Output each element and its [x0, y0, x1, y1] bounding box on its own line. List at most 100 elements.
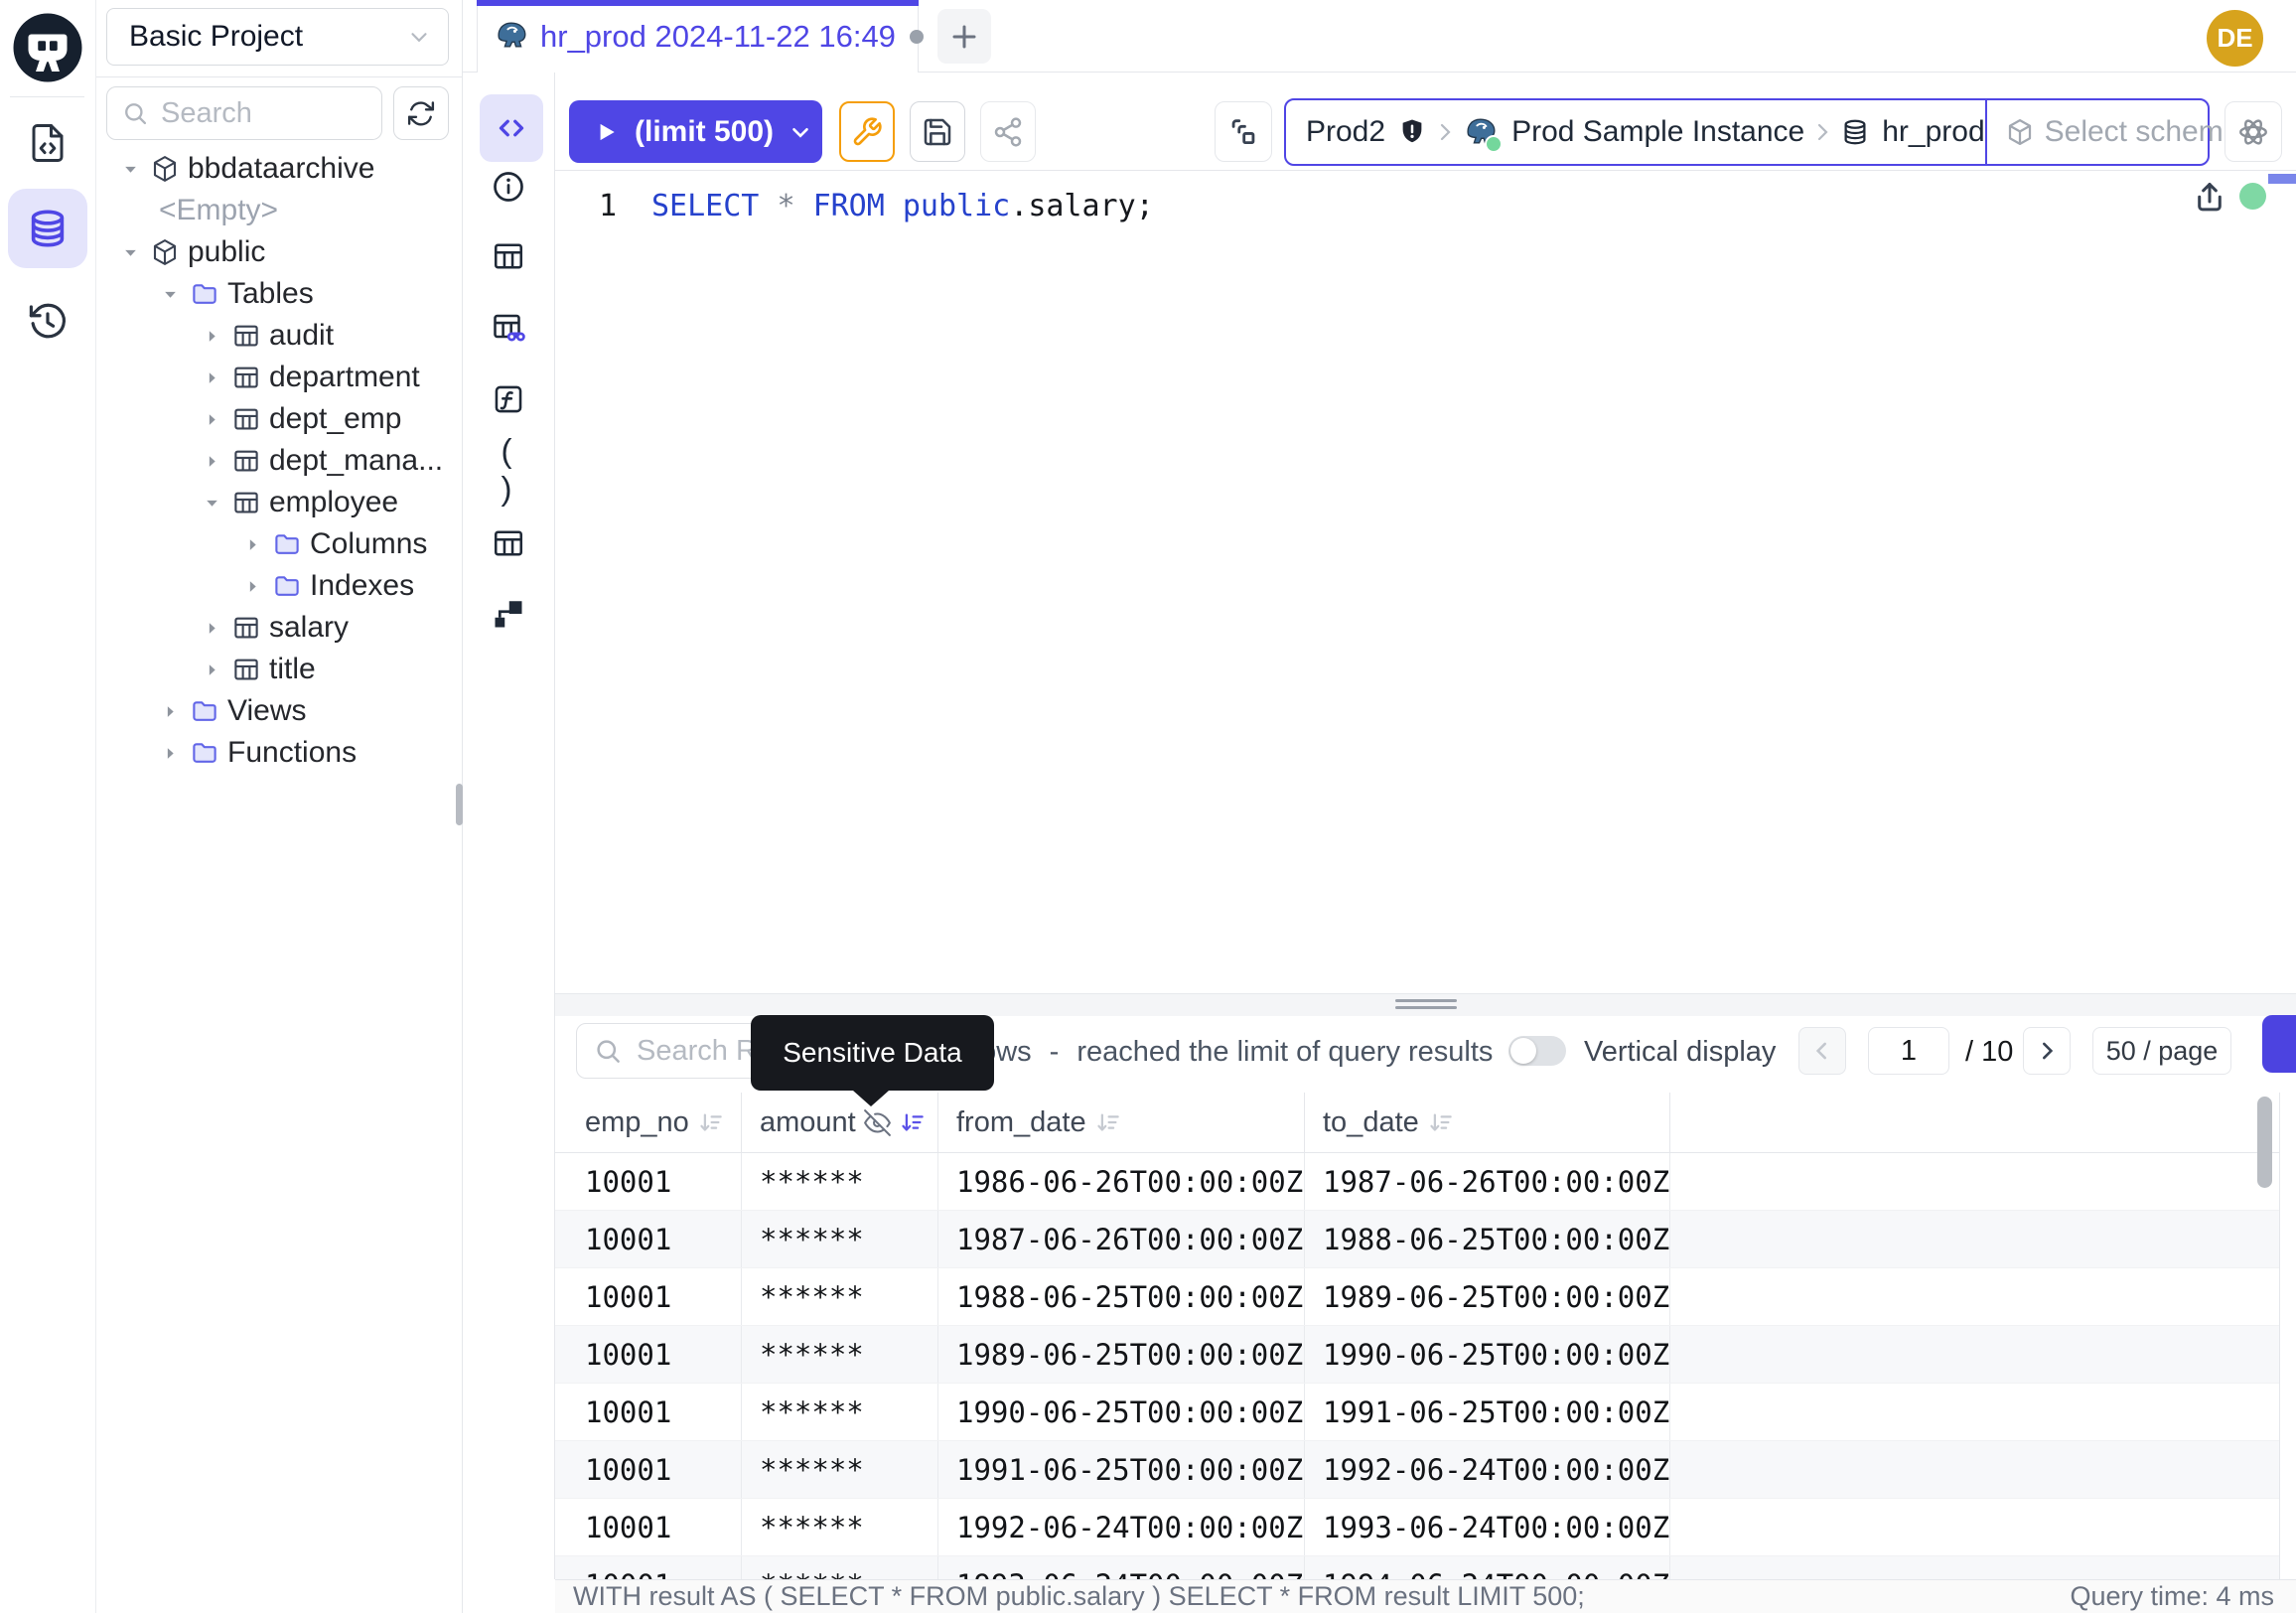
format-sql-button[interactable]: [1215, 101, 1272, 162]
column-header-to_date[interactable]: to_date: [1305, 1093, 1670, 1152]
caret-down-icon[interactable]: [159, 286, 181, 303]
result-row[interactable]: 10001******1986-06-26T00:00:00Z1987-06-2…: [555, 1153, 2279, 1211]
prev-page-button[interactable]: [1798, 1027, 1846, 1075]
tree-item-columns[interactable]: Columns: [95, 523, 462, 565]
caret-right-icon[interactable]: [201, 620, 222, 637]
bytebase-logo-icon[interactable]: [12, 12, 83, 83]
procedures-icon[interactable]: ( ): [488, 449, 529, 491]
caret-right-icon[interactable]: [159, 745, 181, 762]
caret-down-icon[interactable]: [119, 161, 141, 178]
tree-item-empty[interactable]: <Empty>: [95, 190, 462, 231]
refresh-button[interactable]: [393, 86, 449, 140]
caret-right-icon[interactable]: [201, 661, 222, 678]
tree-item-tables[interactable]: Tables: [95, 273, 462, 315]
avatar[interactable]: DE: [2207, 10, 2263, 67]
caret-down-icon[interactable]: [201, 495, 222, 512]
column-header-from_date[interactable]: from_date: [938, 1093, 1305, 1152]
schema-diagram-icon[interactable]: [488, 593, 529, 635]
connection-breadcrumb[interactable]: Prod2: [1284, 98, 2210, 166]
save-button[interactable]: [910, 101, 965, 162]
database-segment[interactable]: hr_prod: [1840, 115, 1984, 149]
result-cell: 1991-06-25T00:00:00Z: [938, 1441, 1305, 1498]
history-nav-icon[interactable]: [8, 293, 87, 349]
result-cell: [1670, 1499, 2279, 1555]
sidebar-search-input[interactable]: [159, 96, 371, 131]
tree-item-public[interactable]: public: [95, 231, 462, 273]
result-cell: [1670, 1441, 2279, 1498]
admin-wrench-button[interactable]: [839, 101, 895, 162]
sql-editor[interactable]: 1 SELECT * FROM public.salary;: [555, 170, 2296, 994]
tree-item-views[interactable]: Views: [95, 690, 462, 732]
export-button-partial[interactable]: [2262, 1015, 2296, 1073]
next-page-button[interactable]: [2023, 1027, 2071, 1075]
caret-right-icon[interactable]: [241, 578, 263, 595]
new-tab-button[interactable]: [937, 9, 991, 64]
project-selector[interactable]: Basic Project: [106, 8, 449, 66]
database-nav-icon[interactable]: [8, 189, 87, 268]
info-icon[interactable]: [488, 166, 529, 208]
caret-down-icon[interactable]: [119, 244, 141, 261]
result-row[interactable]: 10001******1990-06-25T00:00:00Z1991-06-2…: [555, 1384, 2279, 1441]
instance-segment[interactable]: Prod Sample Instance: [1463, 114, 1804, 151]
run-options-chevron-icon[interactable]: [788, 119, 813, 145]
run-query-button[interactable]: (limit 500): [569, 100, 822, 163]
result-cell: 10001: [555, 1211, 742, 1267]
results-scrollbar-thumb[interactable]: [2257, 1097, 2272, 1188]
result-row[interactable]: 10001******1987-06-26T00:00:00Z1988-06-2…: [555, 1211, 2279, 1268]
tree-item-department[interactable]: department: [95, 357, 462, 398]
share-button[interactable]: [980, 101, 1036, 162]
results-table-header: emp_noamountfrom_dateto_date: [555, 1093, 2279, 1153]
tree-item-indexes[interactable]: Indexes: [95, 565, 462, 607]
result-row[interactable]: 10001******1992-06-24T00:00:00Z1993-06-2…: [555, 1499, 2279, 1556]
environment-segment[interactable]: Prod2: [1306, 115, 1427, 149]
masked-tables-icon[interactable]: [488, 307, 529, 349]
sidebar-search-box[interactable]: [106, 86, 382, 140]
panel-splitter[interactable]: [555, 993, 2296, 1016]
tree-item-dept-emp[interactable]: dept_emp: [95, 398, 462, 440]
result-row[interactable]: 10001******1993-06-24T00:00:00Z1994-06-2…: [555, 1556, 2279, 1579]
vertical-display-toggle[interactable]: [1508, 1036, 1566, 1066]
result-cell: 10001: [555, 1153, 742, 1210]
page-size-select[interactable]: 50 / page: [2092, 1027, 2231, 1075]
schema-selector[interactable]: Select schema: [1985, 100, 2237, 164]
sort-icon[interactable]: [1427, 1109, 1454, 1136]
column-header-amount[interactable]: amount: [742, 1093, 938, 1152]
tree-item-label: Functions: [227, 736, 357, 770]
tree-item-label: public: [188, 235, 265, 269]
result-row[interactable]: 10001******1988-06-25T00:00:00Z1989-06-2…: [555, 1268, 2279, 1326]
tree-item-employee[interactable]: employee: [95, 482, 462, 523]
code-panel-icon[interactable]: [480, 94, 543, 162]
tree-item-salary[interactable]: salary: [95, 607, 462, 649]
functions-panel-icon[interactable]: [488, 378, 529, 420]
page-number-input[interactable]: [1868, 1027, 1949, 1075]
sort-icon[interactable]: [899, 1109, 926, 1136]
tab-hr-prod[interactable]: hr_prod 2024-11-22 16:49: [477, 0, 919, 73]
tree-item-bbdataarchive[interactable]: bbdataarchive: [95, 148, 462, 190]
sql-code[interactable]: SELECT * FROM public.salary;: [651, 187, 1154, 226]
tree-item-audit[interactable]: audit: [95, 315, 462, 357]
external-tables-icon[interactable]: [488, 522, 529, 564]
result-row[interactable]: 10001******1991-06-25T00:00:00Z1992-06-2…: [555, 1441, 2279, 1499]
tree-item-functions[interactable]: Functions: [95, 732, 462, 774]
sort-icon[interactable]: [1094, 1109, 1121, 1136]
ai-assistant-button[interactable]: [2224, 101, 2282, 162]
result-cell: 1993-06-24T00:00:00Z: [938, 1556, 1305, 1579]
result-row[interactable]: 10001******1989-06-25T00:00:00Z1990-06-2…: [555, 1326, 2279, 1384]
sort-icon[interactable]: [697, 1109, 724, 1136]
caret-right-icon[interactable]: [201, 411, 222, 428]
caret-right-icon[interactable]: [201, 369, 222, 386]
caret-right-icon[interactable]: [241, 536, 263, 553]
caret-right-icon[interactable]: [159, 703, 181, 720]
caret-right-icon[interactable]: [201, 453, 222, 470]
sidebar-resize-handle[interactable]: [456, 784, 463, 825]
cube-icon: [2005, 117, 2035, 147]
result-cell: [1670, 1153, 2279, 1210]
upload-icon[interactable]: [2191, 179, 2228, 217]
tree-item-title[interactable]: title: [95, 649, 462, 690]
worksheet-nav-icon[interactable]: [8, 115, 87, 171]
column-header-emp_no[interactable]: emp_no: [555, 1093, 742, 1152]
tree-item-dept-mana[interactable]: dept_mana...: [95, 440, 462, 482]
schema-icon: [150, 237, 180, 267]
caret-right-icon[interactable]: [201, 328, 222, 345]
tables-panel-icon[interactable]: [488, 235, 529, 277]
